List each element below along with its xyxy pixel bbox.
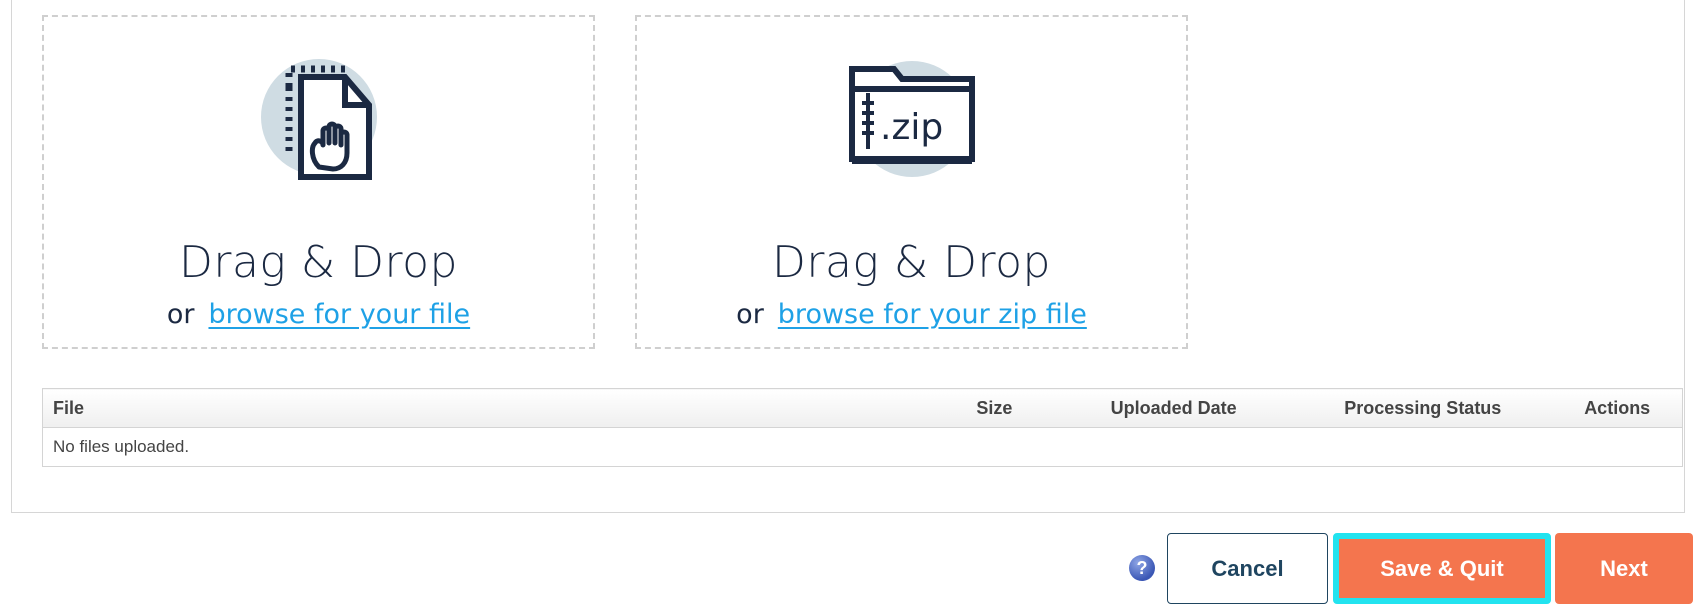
browse-file-link[interactable]: browse for your file [208, 299, 470, 330]
table-header-row: File Size Uploaded Date Processing Statu… [42, 388, 1683, 428]
zip-drop-zone[interactable]: .zip Drag & Drop or browse for your zip f… [635, 15, 1188, 349]
cancel-button[interactable]: Cancel [1167, 533, 1328, 604]
next-button[interactable]: Next [1555, 533, 1693, 604]
zip-drop-title: Drag & Drop [772, 237, 1051, 288]
help-icon[interactable]: ? [1129, 555, 1155, 581]
column-processing-status[interactable]: Processing Status [1293, 388, 1553, 428]
file-drop-zone[interactable]: Drag & Drop or browse for your file [42, 15, 595, 349]
browse-zip-link[interactable]: browse for your zip file [778, 299, 1087, 330]
drag-file-icon [260, 59, 377, 180]
zip-drop-subtext: or browse for your zip file [637, 299, 1186, 330]
uploaded-files-table: File Size Uploaded Date Processing Statu… [42, 388, 1683, 467]
file-drop-title: Drag & Drop [179, 237, 458, 288]
or-text: or [736, 299, 764, 330]
zip-folder-icon: .zip [848, 61, 975, 177]
or-text: or [166, 299, 195, 330]
column-file[interactable]: File [42, 388, 935, 428]
file-drop-subtext: or browse for your file [44, 299, 593, 330]
column-actions: Actions [1552, 388, 1683, 428]
empty-table-message: No files uploaded. [53, 437, 190, 456]
zip-icon-text: .zip [880, 107, 943, 148]
table-row: No files uploaded. [43, 428, 1683, 467]
column-size[interactable]: Size [934, 388, 1055, 428]
column-uploaded-date[interactable]: Uploaded Date [1054, 388, 1294, 428]
upload-panel: Drag & Drop or browse for your file .zip … [11, 0, 1685, 513]
save-and-quit-button[interactable]: Save & Quit [1333, 533, 1551, 604]
